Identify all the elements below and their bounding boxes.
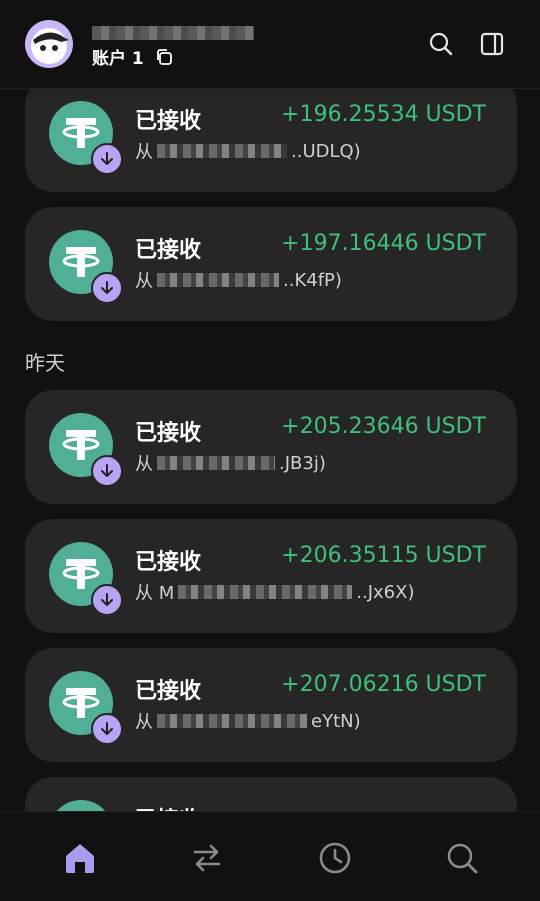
address-tail: ..K4fP)	[283, 269, 342, 291]
search-icon[interactable]	[427, 30, 455, 58]
transaction-from: 从 ..UDLQ)	[135, 138, 361, 164]
transaction-card[interactable]: 已接收 +206.35115 USDT 从 M ..Jx6X)	[25, 519, 517, 633]
side-panel-icon[interactable]	[478, 30, 506, 58]
home-icon[interactable]	[62, 840, 98, 876]
masked-address	[157, 456, 275, 470]
transaction-title: 已接收	[135, 802, 201, 811]
masked-wallet-name	[92, 26, 254, 40]
transaction-card[interactable]: 已接收 +196.25534 USDT 从 ..UDLQ)	[25, 89, 517, 192]
transaction-amount: +197.16446 USDT	[281, 231, 486, 256]
receive-arrow-icon	[91, 713, 123, 745]
transaction-from: 从 ..K4fP)	[135, 267, 342, 293]
receive-arrow-icon	[91, 455, 123, 487]
address-tail: ..UDLQ)	[291, 140, 361, 162]
from-prefix: 从 M	[135, 583, 175, 604]
transaction-amount: +205.23646 USDT	[281, 414, 486, 439]
masked-address	[157, 144, 287, 158]
transaction-card[interactable]: 已接收 +207.06216 USDT 从 eYtN)	[25, 648, 517, 762]
transaction-amount: +207.06216 USDT	[281, 672, 486, 697]
activity-list: 已接收 +196.25534 USDT 从 ..UDLQ) 已接收 +197.1…	[0, 89, 540, 811]
transaction-card[interactable]: 已接收	[25, 777, 517, 811]
masked-address	[157, 273, 279, 287]
bottom-navigation	[0, 811, 540, 901]
from-prefix: 从	[135, 454, 153, 475]
ghost-avatar-icon	[31, 28, 69, 64]
transaction-from: 从 eYtN)	[135, 708, 361, 734]
account-selector[interactable]: 账户 1	[92, 44, 174, 69]
transaction-card[interactable]: 已接收 +197.16446 USDT 从 ..K4fP)	[25, 207, 517, 321]
address-tail: .JB3j)	[279, 452, 326, 474]
receive-arrow-icon	[91, 272, 123, 304]
swap-icon[interactable]	[189, 840, 225, 876]
account-label: 账户 1	[92, 49, 144, 69]
top-header: 账户 1	[0, 0, 540, 89]
section-header-yesterday: 昨天	[25, 351, 65, 375]
transaction-title: 已接收	[135, 238, 202, 263]
masked-address	[178, 585, 353, 599]
avatar[interactable]	[25, 20, 73, 68]
transaction-from: 从 M ..Jx6X)	[135, 579, 414, 605]
transaction-title: 已接收	[135, 421, 202, 446]
address-tail: eYtN)	[311, 710, 361, 732]
transaction-title: 已接收	[135, 109, 202, 134]
history-icon[interactable]	[317, 840, 353, 876]
address-tail: ..Jx6X)	[356, 581, 415, 603]
transaction-title: 已接收	[135, 679, 202, 704]
transaction-amount: +206.35115 USDT	[281, 543, 486, 568]
from-prefix: 从	[135, 271, 153, 292]
transaction-amount: +196.25534 USDT	[281, 102, 486, 127]
receive-arrow-icon	[91, 584, 123, 616]
from-prefix: 从	[135, 142, 153, 163]
transaction-title: 已接收	[135, 550, 202, 575]
search-icon[interactable]	[444, 840, 480, 876]
transaction-from: 从 .JB3j)	[135, 450, 326, 476]
from-prefix: 从	[135, 712, 153, 733]
copy-icon[interactable]	[154, 47, 174, 67]
receive-arrow-icon	[91, 143, 123, 175]
transaction-card[interactable]: 已接收 +205.23646 USDT 从 .JB3j)	[25, 390, 517, 504]
masked-address	[157, 714, 307, 728]
usdt-token-icon	[49, 800, 113, 811]
